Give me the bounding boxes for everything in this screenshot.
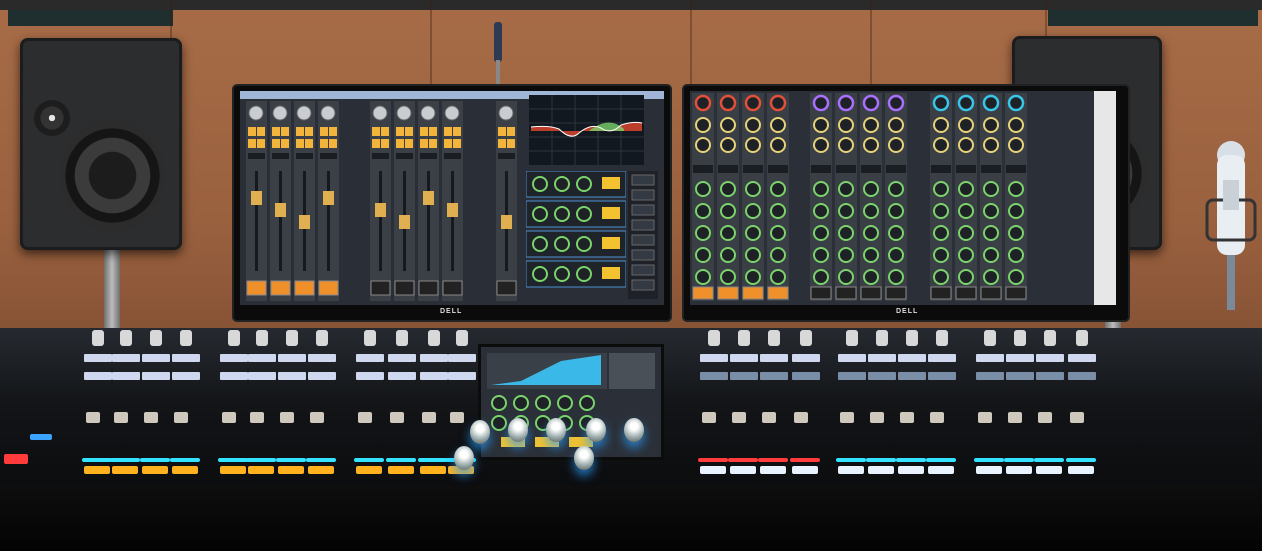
console-front-panel bbox=[0, 485, 1262, 551]
fader-icon[interactable] bbox=[1070, 412, 1084, 423]
knob-icon[interactable] bbox=[248, 105, 264, 121]
monitor-right: DELL bbox=[684, 86, 1128, 320]
fader-icon[interactable] bbox=[840, 412, 854, 423]
speaker-icon bbox=[20, 38, 182, 250]
woofer-icon bbox=[60, 118, 165, 233]
knob-icon[interactable] bbox=[454, 446, 474, 470]
knob-icon[interactable] bbox=[624, 418, 644, 442]
knob-icon[interactable] bbox=[396, 330, 408, 346]
ceiling-vent-left bbox=[8, 10, 173, 26]
eq-graph-icon[interactable] bbox=[529, 95, 644, 165]
knob-icon[interactable] bbox=[180, 330, 192, 346]
fader-icon bbox=[255, 171, 258, 271]
knob-icon[interactable] bbox=[1014, 330, 1026, 346]
fader-icon bbox=[327, 171, 330, 271]
knob-icon[interactable] bbox=[546, 418, 566, 442]
knob-icon[interactable] bbox=[120, 330, 132, 346]
tweeter-icon bbox=[34, 100, 70, 136]
fader-icon[interactable] bbox=[390, 412, 404, 423]
microphone-icon bbox=[1205, 141, 1257, 310]
fader-icon bbox=[451, 171, 454, 271]
knob-icon[interactable] bbox=[906, 330, 918, 346]
knob-icon[interactable] bbox=[316, 330, 328, 346]
knob-icon[interactable] bbox=[738, 330, 750, 346]
knob-icon[interactable] bbox=[574, 446, 594, 470]
fader-icon[interactable] bbox=[114, 412, 128, 423]
knob-icon[interactable] bbox=[498, 105, 514, 121]
knob-icon[interactable] bbox=[470, 420, 490, 444]
fader-icon[interactable] bbox=[1008, 412, 1022, 423]
fader-icon[interactable] bbox=[794, 412, 808, 423]
knob-icon[interactable] bbox=[428, 330, 440, 346]
fader-icon[interactable] bbox=[250, 412, 264, 423]
knob-icon[interactable] bbox=[92, 330, 104, 346]
fader-icon[interactable] bbox=[762, 412, 776, 423]
fader-icon[interactable] bbox=[930, 412, 944, 423]
monitor-left-screen bbox=[240, 91, 664, 305]
fader-icon bbox=[279, 171, 282, 271]
knob-icon[interactable] bbox=[286, 330, 298, 346]
knob-icon[interactable] bbox=[984, 330, 996, 346]
fader-icon[interactable] bbox=[310, 412, 324, 423]
fader-icon[interactable] bbox=[1038, 412, 1052, 423]
knob-icon[interactable] bbox=[228, 330, 240, 346]
knob-icon[interactable] bbox=[364, 330, 376, 346]
knob-icon[interactable] bbox=[320, 105, 336, 121]
ceiling-trim bbox=[0, 0, 1262, 10]
fader-icon[interactable] bbox=[900, 412, 914, 423]
knob-icon[interactable] bbox=[256, 330, 268, 346]
fader-icon[interactable] bbox=[978, 412, 992, 423]
knob-icon[interactable] bbox=[508, 418, 528, 442]
knob-icon[interactable] bbox=[444, 105, 460, 121]
knob-icon[interactable] bbox=[800, 330, 812, 346]
knob-icon[interactable] bbox=[1076, 330, 1088, 346]
fader-icon[interactable] bbox=[280, 412, 294, 423]
knob-icon[interactable] bbox=[396, 105, 412, 121]
knob-icon[interactable] bbox=[876, 330, 888, 346]
monitor-brand-logo: DELL bbox=[440, 308, 463, 315]
knob-icon[interactable] bbox=[1044, 330, 1056, 346]
knob-icon[interactable] bbox=[456, 330, 468, 346]
console-center-screen[interactable] bbox=[478, 344, 664, 460]
fader-icon[interactable] bbox=[732, 412, 746, 423]
fader-icon[interactable] bbox=[870, 412, 884, 423]
fader-icon[interactable] bbox=[422, 412, 436, 423]
side-buttons bbox=[628, 171, 658, 299]
microphone-icon bbox=[494, 22, 502, 62]
knob-icon[interactable] bbox=[420, 105, 436, 121]
mixer-channel-strips bbox=[692, 93, 1027, 301]
knob-icon[interactable] bbox=[708, 330, 720, 346]
fader-icon[interactable] bbox=[450, 412, 464, 423]
fader-icon[interactable] bbox=[86, 412, 100, 423]
knob-icon[interactable] bbox=[768, 330, 780, 346]
knob-icon[interactable] bbox=[150, 330, 162, 346]
monitor-brand-logo: DELL bbox=[896, 308, 919, 315]
knob-icon[interactable] bbox=[296, 105, 312, 121]
dynamics-panel bbox=[525, 170, 627, 296]
fader-icon[interactable] bbox=[144, 412, 158, 423]
knob-icon[interactable] bbox=[372, 105, 388, 121]
monitor-left: DELL bbox=[234, 86, 670, 320]
ceiling-vent-right bbox=[1048, 10, 1258, 26]
knob-icon[interactable] bbox=[272, 105, 288, 121]
screen-glare bbox=[1094, 91, 1116, 305]
studio-scene: DELL DELL bbox=[0, 0, 1262, 551]
monitor-right-screen bbox=[690, 91, 1094, 305]
knob-icon[interactable] bbox=[846, 330, 858, 346]
knob-icon[interactable] bbox=[586, 418, 606, 442]
fader-icon bbox=[379, 171, 382, 271]
fader-icon[interactable] bbox=[222, 412, 236, 423]
fader-icon[interactable] bbox=[174, 412, 188, 423]
speaker-stand-left bbox=[104, 250, 120, 335]
knob-icon[interactable] bbox=[936, 330, 948, 346]
fader-icon[interactable] bbox=[358, 412, 372, 423]
fader-icon bbox=[427, 171, 430, 271]
fader-icon[interactable] bbox=[702, 412, 716, 423]
